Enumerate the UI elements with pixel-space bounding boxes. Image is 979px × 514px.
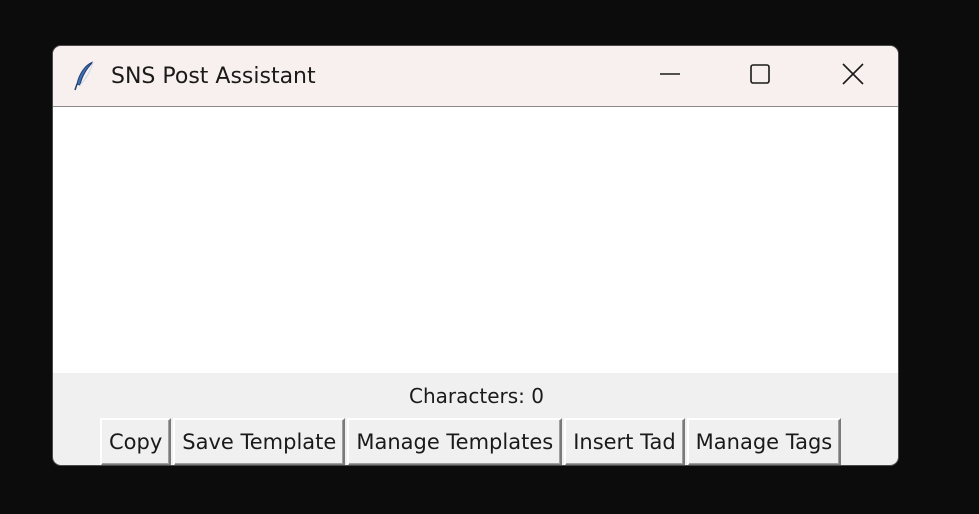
desktop: SNS Post Assistant Characters: 0 Copy Sa… <box>0 0 979 514</box>
feather-icon <box>71 60 99 92</box>
post-text-editor[interactable] <box>53 107 898 373</box>
insert-tag-button[interactable]: Insert Tad <box>564 418 685 465</box>
window-title: SNS Post Assistant <box>111 64 316 89</box>
maximize-button[interactable] <box>728 46 792 106</box>
app-window: SNS Post Assistant Characters: 0 Copy Sa… <box>52 45 899 466</box>
minimize-button[interactable] <box>638 46 702 106</box>
title-bar[interactable]: SNS Post Assistant <box>53 46 898 107</box>
character-count-label: Characters: 0 <box>409 384 544 408</box>
action-button-row: Copy Save Template Manage Templates Inse… <box>100 418 842 465</box>
minimize-icon <box>659 63 681 89</box>
manage-tags-button[interactable]: Manage Tags <box>686 418 842 465</box>
close-icon <box>842 63 864 89</box>
save-template-button[interactable]: Save Template <box>173 418 346 465</box>
copy-button[interactable]: Copy <box>100 418 172 465</box>
maximize-icon <box>749 63 771 89</box>
close-button[interactable] <box>821 46 885 106</box>
manage-templates-button[interactable]: Manage Templates <box>347 418 563 465</box>
